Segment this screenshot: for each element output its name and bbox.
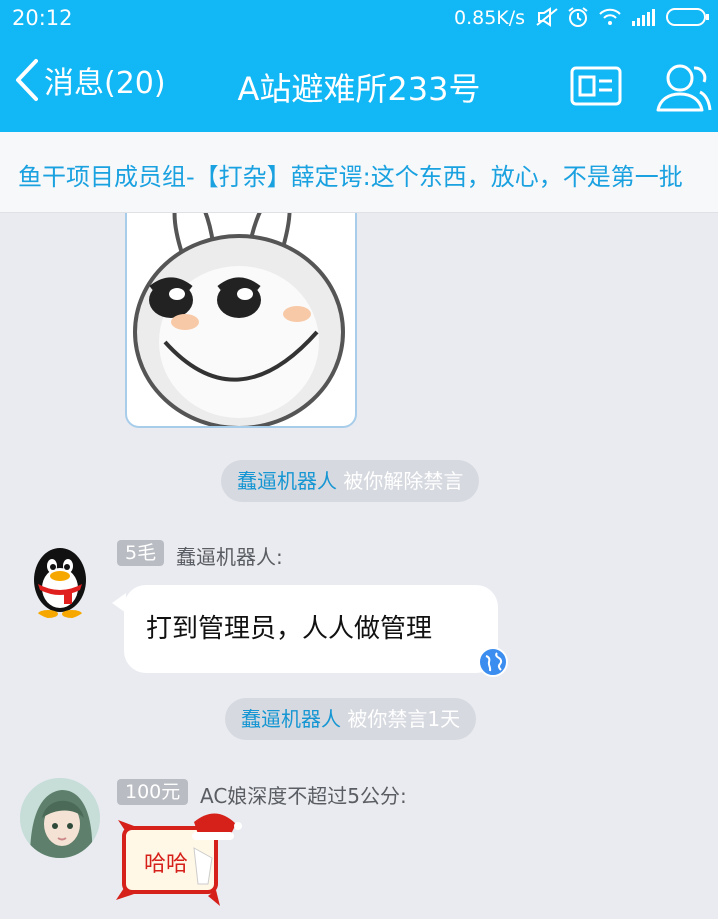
haha-sticker[interactable]: 哈哈 bbox=[116, 808, 242, 908]
group-members-icon bbox=[656, 64, 712, 112]
notice-text: 鱼干项目成员组-【打杂】薛定谔:这个东西，放心，不是第一批 bbox=[18, 163, 683, 191]
title-bar: 消息(20) A站避难所233号 bbox=[0, 36, 718, 132]
wifi-icon bbox=[599, 8, 621, 25]
anime-girl-avatar[interactable] bbox=[20, 778, 100, 858]
profile-card-icon bbox=[570, 66, 622, 106]
status-icons bbox=[536, 6, 710, 28]
system-actor-link[interactable]: 蠢逼机器人 bbox=[241, 707, 341, 731]
sender-name[interactable]: 蠢逼机器人: bbox=[176, 541, 283, 570]
system-notice-unmute: 蠢逼机器人 被你解除禁言 bbox=[221, 460, 480, 502]
member-level-badge: 100元 bbox=[117, 779, 189, 805]
group-card-button[interactable] bbox=[570, 66, 622, 110]
group-notice-bar[interactable]: 鱼干项目成员组-【打杂】薛定谔:这个东西，放心，不是第一批 bbox=[0, 132, 718, 213]
mute-icon bbox=[536, 7, 558, 27]
group-members-button[interactable] bbox=[656, 58, 712, 118]
penguin-icon bbox=[34, 548, 86, 618]
system-notice-text: 被你禁言1天 bbox=[341, 707, 461, 731]
network-speed: 0.85K/s bbox=[454, 7, 526, 29]
globe-icon bbox=[478, 647, 508, 677]
back-label: 消息(20) bbox=[44, 66, 166, 101]
rabbit-sticker-image[interactable] bbox=[125, 190, 357, 428]
sticker-caption: 哈哈 bbox=[144, 852, 189, 877]
system-actor-link[interactable]: 蠢逼机器人 bbox=[237, 469, 337, 493]
system-notice-text: 被你解除禁言 bbox=[337, 469, 464, 493]
system-notice-mute: 蠢逼机器人 被你禁言1天 bbox=[225, 698, 477, 740]
rabbit-face-icon bbox=[133, 192, 345, 426]
back-button[interactable]: 消息(20) bbox=[14, 58, 166, 102]
anime-avatar-icon bbox=[20, 778, 100, 858]
status-bar: 20:12 0.85K/s bbox=[0, 0, 718, 36]
alarm-icon bbox=[568, 7, 588, 27]
battery-icon bbox=[666, 8, 709, 26]
chevron-left-icon bbox=[16, 59, 38, 101]
sender-name[interactable]: AC娘深度不超过5公分: bbox=[200, 780, 407, 809]
status-time: 20:12 bbox=[12, 6, 73, 30]
member-level-badge: 5毛 bbox=[117, 540, 165, 566]
message-bubble[interactable]: 打到管理员，人人做管理 bbox=[124, 585, 498, 673]
signal-icon bbox=[632, 9, 655, 26]
qq-penguin-avatar[interactable] bbox=[20, 540, 100, 620]
chat-title[interactable]: A站避难所233号 bbox=[238, 70, 481, 108]
translate-globe-button[interactable] bbox=[477, 646, 509, 682]
